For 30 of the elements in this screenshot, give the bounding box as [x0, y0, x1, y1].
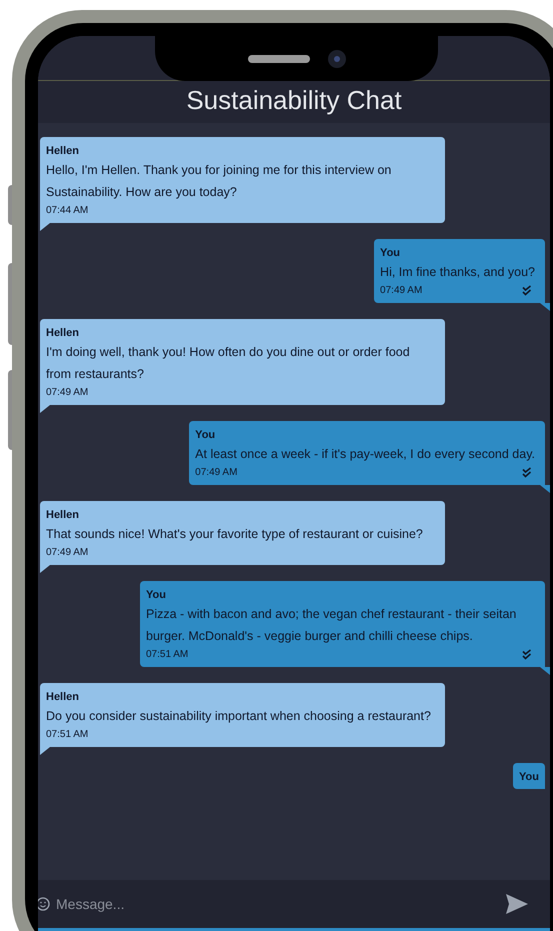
sender-name: Hellen	[46, 326, 80, 341]
message-time: 07:51 AM	[46, 728, 88, 742]
sender-name: You	[519, 770, 539, 785]
send-icon	[506, 894, 528, 914]
sender-name: Hellen	[46, 144, 80, 159]
message-text: Pizza - with bacon and avo; the vegan chef restaurant - their seitan burger. McDonald's - veggie burger and chilli cheese chips.	[146, 606, 518, 645]
message-text: Hi, Im fine thanks, and you?	[380, 264, 536, 281]
sender-name: You	[146, 588, 167, 603]
message-text: That sounds nice! What's your favorite type of restaurant or cuisine?	[46, 526, 424, 543]
message-text: I'm doing well, thank you! How often do you dine out or order food from restaurants?	[46, 344, 411, 383]
message-time: 07:49 AM	[46, 386, 88, 400]
sender-name: You	[195, 428, 216, 443]
message-composer[interactable]: Message...	[38, 880, 550, 928]
sender-name: Hellen	[46, 508, 80, 523]
double-check-icon	[521, 285, 533, 297]
message-input[interactable]: Message...	[56, 894, 502, 914]
message-time: 07:49 AM	[46, 546, 88, 560]
sender-name: You	[380, 246, 402, 261]
double-check-icon	[521, 649, 533, 661]
message-time: 07:49 AM	[380, 284, 422, 298]
message-text: At least once a week - if it's pay-week, I do every second day.	[195, 446, 536, 463]
double-check-icon	[521, 467, 533, 479]
message-text: Do you consider sustainability important when choosing a restaurant?	[46, 708, 432, 725]
message-time: 07:49 AM	[195, 466, 238, 480]
message-time: 07:51 AM	[146, 648, 188, 662]
chat-title: Sustainability Chat	[186, 84, 402, 117]
sender-name: Hellen	[46, 690, 80, 705]
message-text: Hello, I'm Hellen. Thank you for joining me for this interview on Sustainability. How are you today?	[46, 162, 392, 201]
emoji-icon	[38, 897, 50, 911]
message-time: 07:44 AM	[46, 204, 88, 218]
